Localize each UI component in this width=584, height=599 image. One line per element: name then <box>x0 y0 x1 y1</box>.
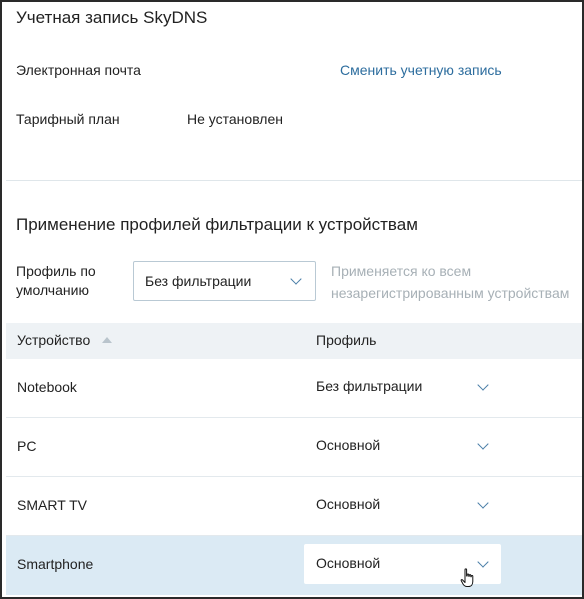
table-row: PC Основной <box>6 418 582 477</box>
email-label: Электронная почта <box>16 62 141 78</box>
column-device[interactable]: Устройство <box>17 332 90 348</box>
hand-pointer-icon <box>460 568 474 587</box>
device-name: Notebook <box>17 379 77 395</box>
device-profile-value: Без фильтрации <box>316 378 423 394</box>
change-account-link[interactable]: Сменить учетную запись <box>340 62 502 78</box>
default-profile-value: Без фильтрации <box>145 273 252 289</box>
chevron-down-icon <box>290 273 302 285</box>
plan-value: Не установлен <box>187 111 283 127</box>
skydns-settings-window: Учетная запись SkyDNS Электронная почта … <box>0 0 584 599</box>
default-profile-select[interactable]: Без фильтрации <box>133 261 316 301</box>
filtering-section-title: Применение профилей фильтрации к устройс… <box>16 215 418 234</box>
device-name: SMART TV <box>17 497 88 513</box>
table-row-selected: Smartphone Основной <box>6 536 582 595</box>
device-profile-value: Основной <box>316 496 381 512</box>
chevron-down-icon <box>477 438 489 450</box>
device-profile-select[interactable]: Основной <box>304 485 501 525</box>
device-profile-select[interactable]: Основной <box>304 426 501 466</box>
plan-label: Тарифный план <box>16 111 120 127</box>
default-profile-hint: Применяется ко всем незарегистрированным… <box>331 263 570 301</box>
devices-table-header: Устройство Профиль <box>6 323 582 359</box>
device-profile-select[interactable]: Без фильтрации <box>304 367 501 407</box>
device-profile-value: Основной <box>316 555 381 571</box>
column-profile: Профиль <box>316 332 377 348</box>
sort-ascending-icon[interactable] <box>102 337 112 343</box>
device-profile-value: Основной <box>316 437 381 453</box>
table-row: Notebook Без фильтрации <box>6 359 582 418</box>
device-name: PC <box>17 438 37 454</box>
chevron-down-icon <box>477 556 489 568</box>
table-row: SMART TV Основной <box>6 477 582 536</box>
device-name: Smartphone <box>17 556 94 572</box>
chevron-down-icon <box>477 379 489 391</box>
account-title: Учетная запись SkyDNS <box>16 8 208 27</box>
section-divider <box>6 180 582 181</box>
chevron-down-icon <box>477 497 489 509</box>
default-profile-label: Профиль по умолчанию <box>16 263 96 298</box>
